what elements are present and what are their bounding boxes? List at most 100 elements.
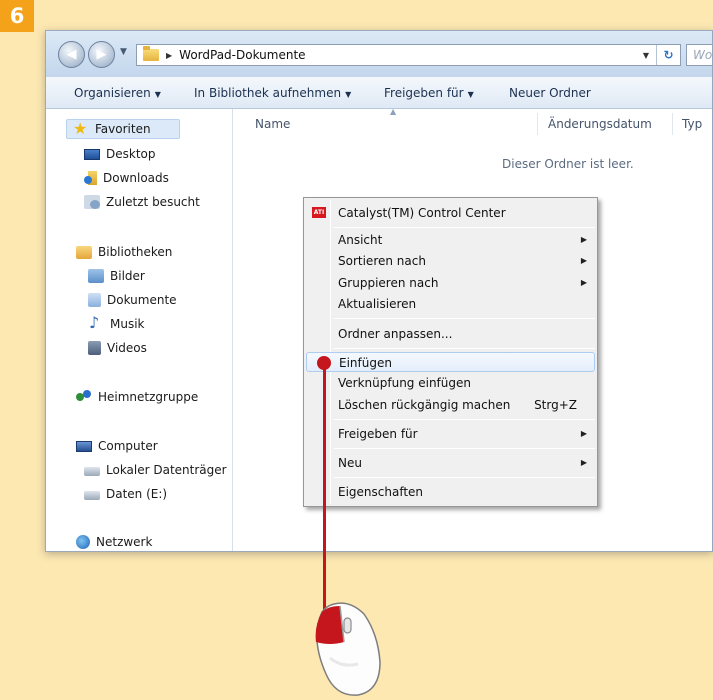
callout-dot bbox=[317, 356, 331, 370]
nav-item-local-disk[interactable]: Lokaler Datenträger bbox=[84, 463, 227, 477]
menu-item-paste-shortcut[interactable]: Verknüpfung einfügen bbox=[306, 373, 595, 393]
context-menu: ATI Catalyst(TM) Control Center Ansicht … bbox=[303, 197, 598, 507]
navigation-pane: Favoriten Desktop Downloads Zuletzt besu… bbox=[46, 109, 233, 551]
address-field[interactable]: ▶ WordPad-Dokumente ▼ ↻ bbox=[136, 44, 681, 66]
share-label: Freigeben für bbox=[384, 86, 464, 100]
menu-item-customize-folder[interactable]: Ordner anpassen... bbox=[306, 324, 595, 344]
nav-item-homegroup[interactable]: Heimnetzgruppe bbox=[76, 390, 198, 404]
mouse-left-click-icon bbox=[315, 602, 381, 696]
menu-item-label: Ansicht bbox=[338, 233, 383, 247]
nav-item-recent[interactable]: Zuletzt besucht bbox=[84, 195, 200, 209]
nav-label: Videos bbox=[107, 341, 147, 355]
nav-label: Desktop bbox=[106, 147, 156, 161]
include-library-label: In Bibliothek aufnehmen bbox=[194, 86, 342, 100]
menu-separator bbox=[334, 318, 595, 319]
menu-item-sort-by[interactable]: Sortieren nach ▶ bbox=[306, 251, 595, 271]
downloads-icon bbox=[84, 171, 97, 185]
homegroup-icon bbox=[76, 390, 92, 404]
column-header-modified[interactable]: Änderungsdatum bbox=[548, 117, 652, 131]
desktop-icon bbox=[84, 148, 100, 160]
menu-item-label: Aktualisieren bbox=[338, 297, 417, 311]
chevron-down-icon: ▼ bbox=[467, 90, 474, 99]
menu-separator bbox=[334, 448, 595, 449]
hard-drive-icon bbox=[84, 467, 100, 476]
menu-item-label: Verknüpfung einfügen bbox=[338, 376, 471, 390]
submenu-arrow-icon: ▶ bbox=[580, 235, 587, 244]
pictures-library-icon bbox=[88, 269, 104, 283]
libraries-icon bbox=[76, 245, 92, 259]
nav-label: Lokaler Datenträger bbox=[106, 463, 227, 477]
new-folder-button[interactable]: Neuer Ordner bbox=[509, 86, 591, 100]
menu-item-label: Löschen rückgängig machen bbox=[338, 398, 511, 412]
column-divider[interactable] bbox=[672, 113, 673, 135]
forward-button[interactable]: ▶ bbox=[88, 41, 115, 68]
include-library-button[interactable]: In Bibliothek aufnehmen ▼ bbox=[194, 86, 351, 100]
nav-label: Dokumente bbox=[107, 293, 177, 307]
nav-label: Zuletzt besucht bbox=[106, 195, 200, 209]
menu-item-properties[interactable]: Eigenschaften bbox=[306, 482, 595, 502]
chevron-down-icon: ▼ bbox=[345, 90, 352, 99]
nav-item-favorites[interactable]: Favoriten bbox=[66, 119, 180, 139]
organize-button[interactable]: Organisieren ▼ bbox=[74, 86, 161, 100]
callout-line bbox=[323, 362, 326, 610]
menu-item-label: Sortieren nach bbox=[338, 254, 426, 268]
column-divider[interactable] bbox=[537, 113, 538, 135]
network-icon bbox=[76, 535, 90, 549]
nav-item-data-drive[interactable]: Daten (E:) bbox=[84, 487, 167, 501]
submenu-arrow-icon: ▶ bbox=[580, 429, 587, 438]
menu-item-paste[interactable]: Einfügen bbox=[306, 352, 595, 372]
nav-item-pictures[interactable]: Bilder bbox=[88, 269, 145, 283]
nav-item-libraries[interactable]: Bibliotheken bbox=[76, 245, 172, 259]
nav-item-computer[interactable]: Computer bbox=[76, 439, 158, 453]
menu-separator bbox=[334, 419, 595, 420]
drive-icon bbox=[84, 491, 100, 500]
nav-item-network[interactable]: Netzwerk bbox=[76, 535, 152, 549]
refresh-button[interactable]: ↻ bbox=[656, 45, 680, 65]
search-input[interactable]: Wo bbox=[686, 44, 712, 66]
menu-item-catalyst[interactable]: ATI Catalyst(TM) Control Center bbox=[306, 203, 595, 223]
computer-icon bbox=[76, 440, 92, 452]
step-number-badge: 6 bbox=[0, 0, 34, 32]
menu-item-share-with[interactable]: Freigeben für ▶ bbox=[306, 424, 595, 444]
chevron-down-icon: ▼ bbox=[154, 90, 161, 99]
documents-library-icon bbox=[88, 293, 101, 307]
folder-icon bbox=[143, 46, 159, 61]
column-header-name[interactable]: Name bbox=[255, 117, 290, 131]
share-button[interactable]: Freigeben für ▼ bbox=[384, 86, 474, 100]
nav-item-documents[interactable]: Dokumente bbox=[88, 293, 177, 307]
address-path[interactable]: WordPad-Dokumente bbox=[179, 48, 305, 62]
nav-label: Bilder bbox=[110, 269, 145, 283]
column-header-type[interactable]: Typ bbox=[682, 117, 702, 131]
sort-ascending-icon: ▲ bbox=[390, 107, 397, 116]
menu-item-undo-delete[interactable]: Löschen rückgängig machen Strg+Z bbox=[306, 395, 595, 415]
empty-folder-message: Dieser Ordner ist leer. bbox=[502, 157, 634, 171]
keyboard-shortcut: Strg+Z bbox=[534, 398, 577, 412]
menu-item-label: Neu bbox=[338, 456, 362, 470]
nav-item-downloads[interactable]: Downloads bbox=[84, 171, 169, 185]
nav-item-desktop[interactable]: Desktop bbox=[84, 147, 156, 161]
arrow-left-icon: ◀ bbox=[66, 47, 77, 62]
menu-item-label: Gruppieren nach bbox=[338, 276, 439, 290]
ati-logo-icon: ATI bbox=[312, 207, 326, 218]
menu-item-label: Catalyst(TM) Control Center bbox=[338, 206, 506, 220]
history-dropdown-icon[interactable]: ▼ bbox=[120, 47, 127, 57]
menu-item-new[interactable]: Neu ▶ bbox=[306, 453, 595, 473]
submenu-arrow-icon: ▶ bbox=[580, 256, 587, 265]
breadcrumb-separator-icon[interactable]: ▶ bbox=[166, 51, 172, 60]
music-library-icon bbox=[88, 313, 104, 332]
recent-places-icon bbox=[84, 195, 100, 209]
star-icon bbox=[73, 119, 89, 138]
menu-item-group-by[interactable]: Gruppieren nach ▶ bbox=[306, 273, 595, 293]
address-dropdown-icon[interactable]: ▼ bbox=[638, 45, 654, 65]
menu-item-view[interactable]: Ansicht ▶ bbox=[306, 230, 595, 250]
menu-separator bbox=[334, 477, 595, 478]
nav-item-music[interactable]: Musik bbox=[88, 313, 145, 332]
nav-label: Favoriten bbox=[95, 122, 151, 136]
nav-item-videos[interactable]: Videos bbox=[88, 341, 147, 355]
nav-label: Daten (E:) bbox=[106, 487, 168, 501]
nav-label: Netzwerk bbox=[96, 535, 153, 549]
back-button[interactable]: ◀ bbox=[58, 41, 85, 68]
menu-item-label: Freigeben für bbox=[338, 427, 418, 441]
videos-library-icon bbox=[88, 341, 101, 355]
menu-item-refresh[interactable]: Aktualisieren bbox=[306, 294, 595, 314]
